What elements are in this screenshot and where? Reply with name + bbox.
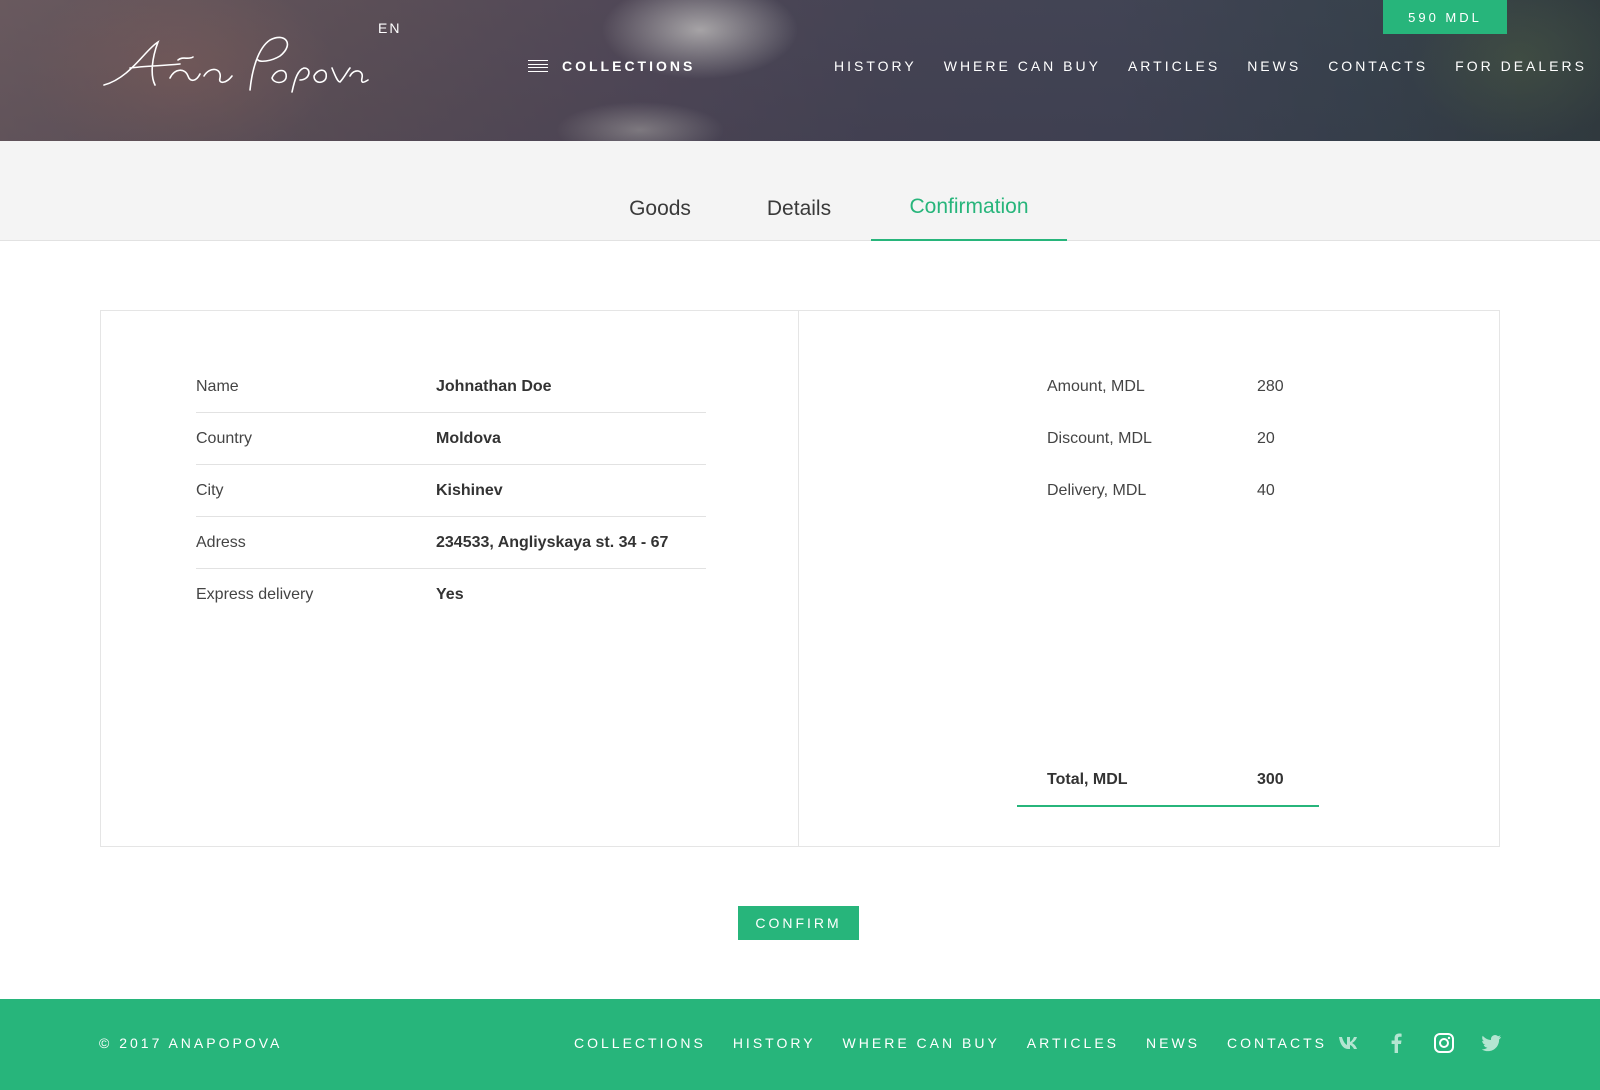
detail-row-address: Adress 234533, Angliyskaya st. 34 - 67 <box>196 517 706 569</box>
footer-nav-history[interactable]: HISTORY <box>733 1035 816 1051</box>
detail-label: Express delivery <box>196 586 314 603</box>
total-value: 300 <box>1257 771 1284 788</box>
discount-value: 20 <box>1257 430 1275 447</box>
footer-nav-articles[interactable]: ARTICLES <box>1027 1035 1119 1051</box>
cart-total-button[interactable]: 590 MDL <box>1383 0 1507 34</box>
site-footer: © 2017 ANAPOPOVA COLLECTIONS HISTORY WHE… <box>0 999 1600 1090</box>
confirm-button[interactable]: CONFIRM <box>738 906 859 940</box>
amount-row: Amount, MDL 280 <box>1017 361 1319 413</box>
social-links <box>1338 1033 1502 1053</box>
detail-value: Kishinev <box>436 481 503 499</box>
language-switcher[interactable]: EN <box>378 20 401 36</box>
checkout-steps: Goods Details Confirmation <box>0 141 1600 241</box>
instagram-icon[interactable] <box>1434 1033 1454 1053</box>
nav-contacts[interactable]: CONTACTS <box>1328 58 1428 74</box>
detail-label: Name <box>196 377 239 395</box>
detail-label: Adress <box>196 533 246 551</box>
footer-nav-news[interactable]: NEWS <box>1146 1035 1200 1051</box>
total-label: Total, MDL <box>1047 771 1128 788</box>
total-row: Total, MDL 300 <box>1017 755 1319 807</box>
twitter-icon[interactable] <box>1482 1033 1502 1053</box>
copyright: © 2017 ANAPOPOVA <box>99 1035 283 1051</box>
customer-details: Name Johnathan Doe Country Moldova City … <box>196 361 706 621</box>
detail-label: City <box>196 481 224 499</box>
detail-value: 234533, Angliyskaya st. 34 - 67 <box>436 533 669 551</box>
tab-confirmation[interactable]: Confirmation <box>871 141 1067 241</box>
detail-row-name: Name Johnathan Doe <box>196 361 706 413</box>
menu-icon <box>528 60 548 72</box>
vk-icon[interactable] <box>1338 1033 1358 1053</box>
nav-history[interactable]: HISTORY <box>834 58 917 74</box>
site-header: EN COLLECTIONS HISTORY WHERE CAN BUY ART… <box>0 0 1600 141</box>
order-summary: Name Johnathan Doe Country Moldova City … <box>100 310 1500 847</box>
detail-row-express-delivery: Express delivery Yes <box>196 569 706 621</box>
detail-value: Moldova <box>436 429 501 447</box>
footer-nav: COLLECTIONS HISTORY WHERE CAN BUY ARTICL… <box>574 1035 1327 1051</box>
facebook-icon[interactable] <box>1386 1033 1406 1053</box>
detail-row-country: Country Moldova <box>196 413 706 465</box>
amount-label: Amount, MDL <box>1047 378 1145 395</box>
summary-divider <box>798 311 799 846</box>
discount-label: Discount, MDL <box>1047 430 1152 447</box>
footer-nav-where-can-buy[interactable]: WHERE CAN BUY <box>843 1035 1000 1051</box>
detail-value: Yes <box>436 586 464 603</box>
nav-where-can-buy[interactable]: WHERE CAN BUY <box>944 58 1101 74</box>
delivery-label: Delivery, MDL <box>1047 482 1147 499</box>
nav-for-dealers[interactable]: FOR DEALERS <box>1455 58 1587 74</box>
logo[interactable] <box>100 30 370 95</box>
delivery-row: Delivery, MDL 40 <box>1017 465 1319 517</box>
detail-label: Country <box>196 429 253 447</box>
collections-menu-button[interactable]: COLLECTIONS <box>528 58 695 74</box>
tab-goods[interactable]: Goods <box>612 141 708 241</box>
amount-value: 280 <box>1257 378 1284 395</box>
detail-row-city: City Kishinev <box>196 465 706 517</box>
footer-nav-collections[interactable]: COLLECTIONS <box>574 1035 706 1051</box>
discount-row: Discount, MDL 20 <box>1017 413 1319 465</box>
nav-news[interactable]: NEWS <box>1247 58 1301 74</box>
main-nav: HISTORY WHERE CAN BUY ARTICLES NEWS CONT… <box>834 58 1587 74</box>
collections-label: COLLECTIONS <box>562 58 696 74</box>
detail-value: Johnathan Doe <box>436 377 552 395</box>
nav-articles[interactable]: ARTICLES <box>1128 58 1220 74</box>
delivery-value: 40 <box>1257 482 1275 499</box>
tab-details[interactable]: Details <box>750 141 848 241</box>
order-totals: Amount, MDL 280 Discount, MDL 20 Deliver… <box>1017 361 1319 807</box>
footer-nav-contacts[interactable]: CONTACTS <box>1227 1035 1327 1051</box>
